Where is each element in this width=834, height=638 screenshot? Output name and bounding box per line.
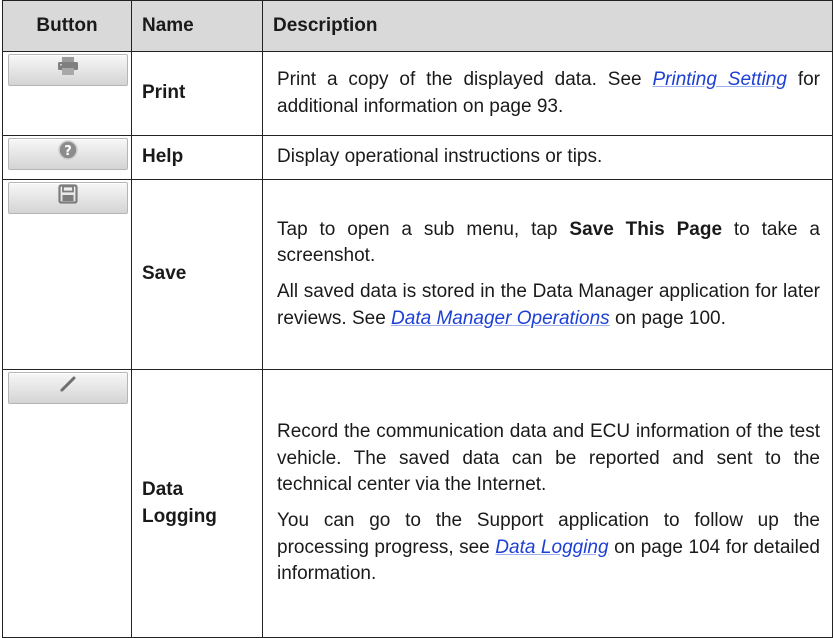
table-row-help: ? Help Display operational instructions … — [2, 135, 833, 180]
save-this-page-label: Save This Page — [569, 218, 723, 240]
header-description: Description — [262, 0, 833, 52]
table-row-print: Print Print a copy of the displayed data… — [2, 51, 833, 136]
table-row-data-logging: Data Logging Record the communication da… — [2, 369, 833, 638]
name-save: Save — [131, 179, 263, 370]
button-reference-table: Button Name Description Print Print a co… — [2, 0, 833, 638]
data-manager-operations-link[interactable]: Data Manager Operations — [391, 308, 610, 329]
help-icon: ? — [58, 139, 78, 169]
description-data-logging: Record the communication data and ECU in… — [262, 369, 833, 638]
header-button: Button — [2, 0, 132, 52]
save-button[interactable] — [8, 182, 128, 214]
name-help: Help — [131, 135, 263, 180]
header-name: Name — [131, 0, 263, 52]
name-print: Print — [131, 51, 263, 136]
data-logging-link[interactable]: Data Logging — [495, 537, 608, 558]
pencil-icon — [58, 374, 78, 403]
description-help: Display operational instructions or tips… — [262, 135, 833, 180]
header-row: Button Name Description — [2, 0, 833, 52]
description-print: Print a copy of the displayed data. See … — [262, 51, 833, 136]
table-row-save: Save Tap to open a sub menu, tap Save Th… — [2, 179, 833, 370]
printer-icon — [57, 56, 79, 84]
name-data-logging: Data Logging — [131, 369, 263, 638]
data-logging-button[interactable] — [8, 372, 128, 404]
help-button[interactable]: ? — [8, 138, 128, 170]
svg-text:?: ? — [64, 144, 72, 159]
save-disk-icon — [58, 184, 78, 213]
print-button[interactable] — [8, 54, 128, 86]
description-save: Tap to open a sub menu, tap Save This Pa… — [262, 179, 833, 370]
printing-setting-link[interactable]: Printing Setting — [652, 69, 786, 90]
